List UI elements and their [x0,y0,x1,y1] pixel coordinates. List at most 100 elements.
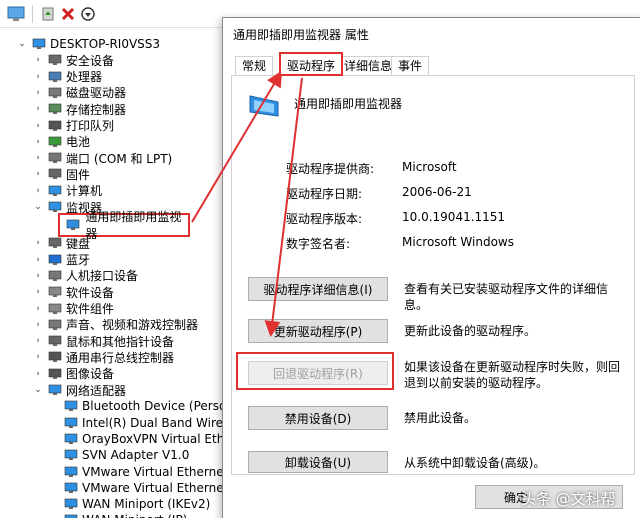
expand-arrow-icon[interactable]: › [32,319,44,331]
tree-item-label: 固件 [66,167,91,182]
tree-category[interactable]: › 端口 (COM 和 LPT) [32,150,172,166]
expand-arrow-icon[interactable]: › [32,136,44,148]
collapse-arrow-icon[interactable]: ⌄ [16,38,28,50]
expand-arrow-icon[interactable]: › [32,286,44,298]
tree-item-label: 蓝牙 [66,253,91,268]
tree-root[interactable]: ⌄ DESKTOP-RI0VSS3 [16,36,160,52]
tree-item-label: 电池 [66,135,91,150]
monitor-icon [48,201,62,213]
info-value-signer: Microsoft Windows [402,235,514,249]
expand-arrow-icon[interactable]: › [32,87,44,99]
tree-category[interactable]: › 安全设备 [32,52,114,68]
expand-arrow-icon[interactable]: › [32,168,44,180]
expand-arrow-icon[interactable]: › [32,303,44,315]
tree-category[interactable]: › 鼠标和其他指针设备 [32,333,174,349]
tree-category[interactable]: › 声音、视频和游戏控制器 [32,317,198,333]
expand-arrow-icon[interactable]: › [32,237,44,249]
tree-category[interactable]: › 固件 [32,166,90,182]
tree-category[interactable]: › 图像设备 [32,366,114,382]
dialog-title: 通用即插即用监视器 属性 [233,28,369,42]
roll-back-driver-desc: 如果该设备在更新驱动程序时失败，则回退到以前安装的驱动程序。 [404,360,621,390]
collapse-arrow-icon[interactable]: ⌄ [32,201,44,213]
tree-item-label: 安全设备 [66,53,115,68]
mouse-icon [48,335,62,347]
highlight-box [236,352,394,390]
tree-category[interactable]: ⌄ 网络适配器 [32,382,126,398]
processor-icon [48,71,62,83]
tree-item-label: SVN Adapter V1.0 [82,448,190,463]
tree-network-adapter[interactable]: WAN Miniport (IKEv2) [48,496,210,512]
tree-category[interactable]: › 存储控制器 [32,101,126,117]
computer-icon [48,185,62,197]
expand-arrow-icon[interactable]: › [32,351,44,363]
tree-network-adapter[interactable]: WAN Miniport (IP) [48,512,187,518]
disk-drive-icon [48,87,62,99]
update-driver-button[interactable]: 更新驱动程序(P) [248,319,388,343]
expand-arrow-icon[interactable]: › [32,152,44,164]
computer-icon [32,38,46,50]
software-device-icon [48,286,62,298]
properties-icon[interactable] [6,4,26,24]
enable-device-icon[interactable] [38,4,58,24]
tree-item-label: 磁盘驱动器 [66,86,127,101]
expand-arrow-icon[interactable]: › [32,254,44,266]
tree-category[interactable]: › 人机接口设备 [32,268,138,284]
uninstall-icon[interactable] [58,4,78,24]
tree-item-label: 软件设备 [66,285,115,300]
tree-category[interactable]: › 打印队列 [32,118,114,134]
tab-details[interactable]: 详细信息 [337,56,400,76]
tree-category[interactable]: › 键盘 [32,235,90,251]
watermark: 头条 @文科帮 [521,490,616,508]
expand-arrow-icon[interactable]: › [32,103,44,115]
expand-arrow-icon[interactable]: › [32,54,44,66]
expand-arrow-icon[interactable]: › [32,185,44,197]
expand-arrow-icon[interactable]: › [32,368,44,380]
driver-tab-panel: 通用即插即用监视器 驱动程序提供商: Microsoft 驱动程序日期: 200… [231,75,635,475]
disable-device-button[interactable]: 禁用设备(D) [248,406,388,430]
monitor-icon [66,219,80,231]
network-adapter-icon [48,384,62,396]
update-driver-icon[interactable] [78,4,98,24]
tab-driver[interactable]: 驱动程序 [279,52,344,76]
camera-icon [48,368,62,380]
network-child-icon [64,498,78,510]
tree-item-label: WAN Miniport (IKEv2) [82,497,211,512]
info-value-version: 10.0.19041.1151 [402,210,506,224]
tree-category[interactable]: › 通用串行总线控制器 [32,349,174,365]
expand-arrow-icon[interactable]: › [32,335,44,347]
tab-events[interactable]: 事件 [391,56,430,76]
collapse-arrow-icon[interactable]: ⌄ [32,384,44,396]
tree-network-adapter[interactable]: OrayBoxVPN Virtual Etherne [48,431,251,447]
network-child-icon [64,449,78,461]
tree-item-label: 人机接口设备 [66,269,139,284]
tree-category[interactable]: › 蓝牙 [32,252,90,268]
tree-network-adapter[interactable]: SVN Adapter V1.0 [48,447,189,463]
tree-item-label: 网络适配器 [66,383,127,398]
uninstall-device-button[interactable]: 卸载设备(U) [248,451,388,473]
tree-category[interactable]: › 磁盘驱动器 [32,85,126,101]
tree-item-label: 通用串行总线控制器 [66,350,175,365]
storage-controller-icon [48,103,62,115]
toolbar-separator [32,5,33,23]
expand-arrow-icon[interactable]: › [32,120,44,132]
security-device-icon [48,54,62,66]
tree-category[interactable]: › 处理器 [32,69,102,85]
tree-network-adapter[interactable]: Intel(R) Dual Band Wireless- [48,415,251,431]
battery-icon [48,136,62,148]
driver-details-button[interactable]: 驱动程序详细信息(I) [248,277,388,301]
info-key-signer: 数字签名者: [286,237,351,251]
expand-arrow-icon[interactable]: › [32,71,44,83]
tab-general[interactable]: 常规 [235,56,274,76]
tree-category[interactable]: › 计算机 [32,183,102,199]
tree-item-selected-monitor[interactable]: 通用即插即用监视器 [58,210,190,241]
uninstall-device-desc: 从系统中卸载设备(高级)。 [404,456,546,470]
tree-category[interactable]: › 软件设备 [32,284,114,300]
tree-category[interactable]: › 软件组件 [32,301,114,317]
tree-category[interactable]: › 电池 [32,134,90,150]
expand-arrow-icon[interactable]: › [32,270,44,282]
